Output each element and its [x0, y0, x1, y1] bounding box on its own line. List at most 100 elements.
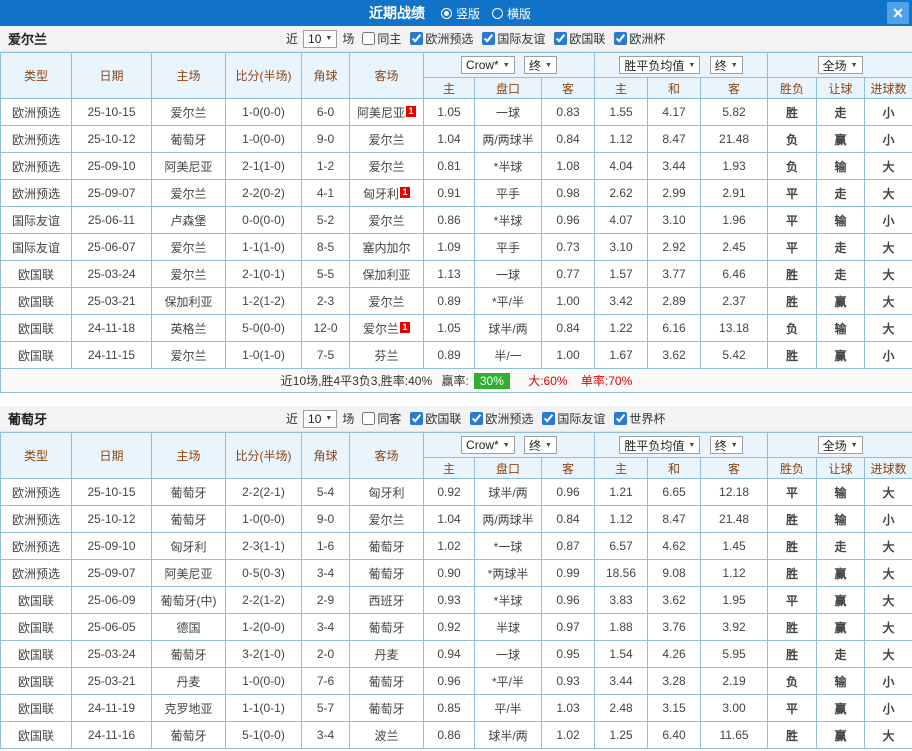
filter-checkbox[interactable]: 同主: [362, 30, 401, 47]
summary-win-rate-badge: 30%: [474, 373, 510, 389]
match-count-select[interactable]: 10 ▼: [303, 410, 337, 428]
ou-cell: 小: [865, 506, 912, 533]
result-group-header: 全场▼: [768, 433, 912, 458]
handicap-cell: 平手: [475, 180, 542, 207]
filter-checkbox[interactable]: 国际友谊: [482, 30, 545, 47]
score-cell: 1-0(0-0): [226, 126, 302, 153]
bookmaker-select[interactable]: Crow*▼: [461, 56, 515, 74]
home-cell: 丹麦: [152, 668, 226, 695]
team-name: 葡萄牙: [170, 729, 206, 743]
checkbox-input[interactable]: [470, 412, 483, 425]
handicap-cell: 平/半: [475, 695, 542, 722]
corner-cell: 9-0: [302, 126, 350, 153]
match-count-select[interactable]: 10 ▼: [303, 30, 337, 48]
home-cell: 爱尔兰: [152, 180, 226, 207]
scope-value: 全场: [823, 437, 847, 454]
o-home-cell: 1.25: [595, 722, 648, 749]
team-name: 葡萄牙: [170, 648, 206, 662]
score-cell: 5-1(0-0): [226, 722, 302, 749]
col-score: 比分(半场): [226, 433, 302, 479]
checkbox-input[interactable]: [614, 32, 627, 45]
match-count-value: 10: [308, 412, 321, 426]
handicap-cell: *半球: [475, 207, 542, 234]
avg-time-value: 终: [715, 437, 727, 454]
avg-odds-select[interactable]: 胜平负均值▼: [619, 436, 700, 454]
scope-select[interactable]: 全场▼: [818, 56, 863, 74]
checkbox-input[interactable]: [362, 32, 375, 45]
checkbox-input[interactable]: [410, 412, 423, 425]
odds-time-select[interactable]: 终▼: [524, 436, 557, 454]
type-cell: 欧国联: [1, 641, 72, 668]
odds-time-select[interactable]: 终▼: [524, 56, 557, 74]
col-wdl: 胜负: [768, 78, 817, 99]
filter-checkbox[interactable]: 欧国联: [554, 30, 605, 47]
o-draw-cell: 4.26: [648, 641, 701, 668]
filter-checkbox[interactable]: 欧洲预选: [410, 30, 473, 47]
away-cell: 西班牙: [350, 587, 424, 614]
wdl-cell: 平: [768, 180, 817, 207]
filter-checkbox[interactable]: 同客: [362, 410, 401, 427]
scope-select[interactable]: 全场▼: [818, 436, 863, 454]
o-draw-cell: 4.17: [648, 99, 701, 126]
hcp-res-cell: 走: [817, 99, 865, 126]
filter-checkbox[interactable]: 国际友谊: [542, 410, 605, 427]
away-cell: 匈牙利: [350, 479, 424, 506]
close-button[interactable]: ✕: [887, 2, 909, 24]
h-away-cell: 0.84: [542, 506, 595, 533]
checkbox-input[interactable]: [542, 412, 555, 425]
checkbox-input[interactable]: [410, 32, 423, 45]
match-row: 欧国联25-03-24葡萄牙3-2(1-0)2-0丹麦0.94一球0.951.5…: [1, 641, 912, 668]
col-wdl: 胜负: [768, 458, 817, 479]
bookmaker-select[interactable]: Crow*▼: [461, 436, 515, 454]
o-draw-cell: 6.40: [648, 722, 701, 749]
avg-time-select[interactable]: 终▼: [710, 56, 743, 74]
match-row: 欧国联24-11-16葡萄牙5-1(0-0)3-4波兰0.86球半/两1.021…: [1, 722, 912, 749]
home-cell: 爱尔兰: [152, 261, 226, 288]
filter-checkbox[interactable]: 世界杯: [614, 410, 665, 427]
o-draw-cell: 3.77: [648, 261, 701, 288]
chevron-down-icon: ▼: [503, 62, 510, 69]
col-hcp: 盘口: [475, 458, 542, 479]
o-away-cell: 12.18: [701, 479, 768, 506]
filter-checkbox[interactable]: 欧洲预选: [470, 410, 533, 427]
date-cell: 25-09-07: [72, 180, 152, 207]
corner-cell: 9-0: [302, 506, 350, 533]
score-cell: 0-0(0-0): [226, 207, 302, 234]
home-cell: 保加利亚: [152, 288, 226, 315]
team-name: 英格兰: [170, 322, 206, 336]
summary-row: 近10场,胜4平3负3,胜率:40% 赢率:30% 大:60% 单率:70%: [1, 369, 912, 393]
score-cell: 5-0(0-0): [226, 315, 302, 342]
home-cell: 爱尔兰: [152, 234, 226, 261]
handicap-cell: 半球: [475, 614, 542, 641]
checkbox-input[interactable]: [614, 412, 627, 425]
filter-checkbox[interactable]: 欧洲杯: [614, 30, 665, 47]
chevron-down-icon: ▼: [731, 62, 738, 69]
h-home-cell: 1.13: [424, 261, 475, 288]
h-away-cell: 0.83: [542, 99, 595, 126]
handicap-cell: 一球: [475, 99, 542, 126]
away-cell: 葡萄牙: [350, 614, 424, 641]
avg-time-select[interactable]: 终▼: [710, 436, 743, 454]
type-cell: 欧国联: [1, 695, 72, 722]
checkbox-input[interactable]: [482, 32, 495, 45]
handicap-group-header: Crow*▼ 终▼: [424, 53, 595, 78]
home-cell: 爱尔兰: [152, 99, 226, 126]
filter-checkbox[interactable]: 欧国联: [410, 410, 461, 427]
match-row: 欧国联25-03-21丹麦1-0(0-0)7-6葡萄牙0.96*平/半0.933…: [1, 668, 912, 695]
team-name: 匈牙利: [363, 187, 399, 201]
layout-vertical-radio[interactable]: 竖版: [441, 5, 480, 22]
layout-horizontal-radio[interactable]: 横版: [492, 5, 531, 22]
team-name: 葡萄牙: [368, 621, 404, 635]
wdl-cell: 负: [768, 153, 817, 180]
section-divider: [0, 393, 912, 406]
filter-bar: 近 10 ▼ 场 同客欧国联欧洲预选国际友谊世界杯: [286, 410, 665, 428]
h-away-cell: 0.98: [542, 180, 595, 207]
wdl-cell: 胜: [768, 342, 817, 369]
avg-odds-select[interactable]: 胜平负均值▼: [619, 56, 700, 74]
date-cell: 25-10-15: [72, 479, 152, 506]
type-cell: 欧国联: [1, 722, 72, 749]
checkbox-input[interactable]: [554, 32, 567, 45]
match-row: 欧洲预选25-10-15葡萄牙2-2(2-1)5-4匈牙利0.92球半/两0.9…: [1, 479, 912, 506]
score-cell: 2-3(1-1): [226, 533, 302, 560]
checkbox-input[interactable]: [362, 412, 375, 425]
